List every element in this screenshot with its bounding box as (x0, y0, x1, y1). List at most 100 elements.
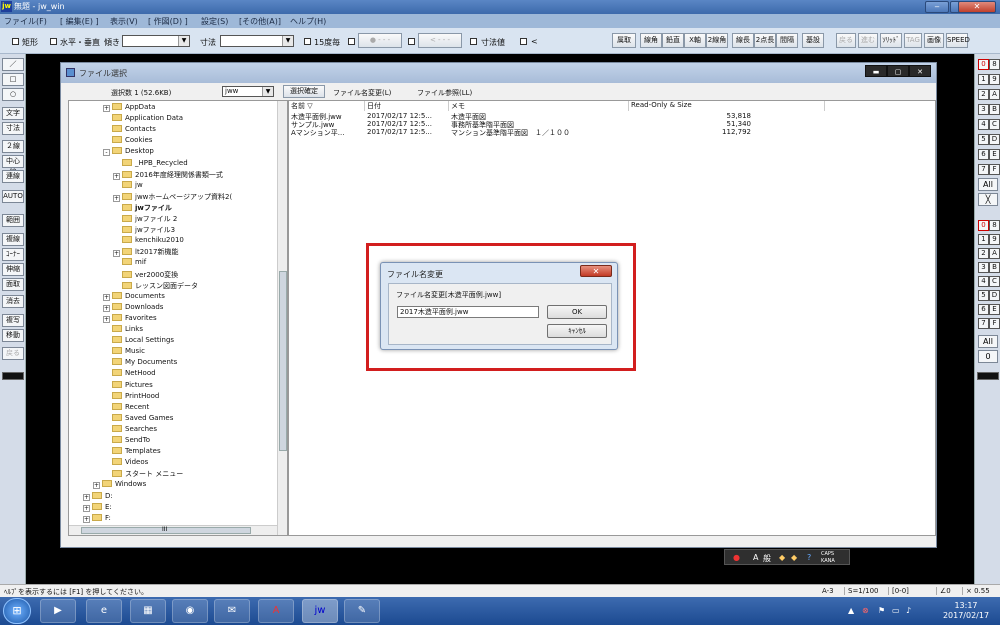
forward-button[interactable]: 進む (858, 33, 878, 48)
menu-edit[interactable]: [ 編集(E) ] (60, 16, 99, 27)
group-b[interactable]: B (989, 262, 1000, 273)
file-date[interactable]: 2017/02/17 12:5... (367, 112, 432, 120)
tree-vertical-scrollbar[interactable] (277, 101, 287, 535)
tree-folder-item[interactable]: Music (103, 347, 145, 358)
fs-close-button[interactable]: ✕ (909, 65, 931, 77)
tree-folder-item[interactable]: Templates (103, 447, 161, 458)
group-0[interactable]: 0 (978, 220, 989, 231)
layer-7[interactable]: 7 (978, 164, 989, 175)
tree-horizontal-scrollbar[interactable]: III (69, 525, 277, 535)
fs-minimize-button[interactable]: ▬ (865, 65, 887, 77)
vertical-button[interactable]: 鉛直 (662, 33, 684, 48)
erase-tool[interactable]: 消去 (2, 295, 24, 308)
minimize-button[interactable]: ‒ (925, 1, 949, 13)
group-e[interactable]: E (989, 304, 1000, 315)
layer-f[interactable]: F (989, 164, 1000, 175)
tree-folder-item[interactable]: + Documents (103, 291, 165, 303)
tree-folder-item[interactable]: My Documents (103, 358, 177, 369)
menu-file[interactable]: ファイル(F) (4, 16, 47, 27)
tree-folder-item[interactable]: _HPB_Recycled (113, 158, 188, 170)
double-line-tool[interactable]: ２線 (2, 140, 24, 153)
tree-folder-item[interactable]: PrintHood (103, 391, 159, 403)
group-1[interactable]: 1 (978, 234, 989, 245)
tree-folder-item[interactable]: Application Data (103, 114, 183, 125)
chrome-icon[interactable]: ◉ (172, 599, 208, 623)
dim-tool[interactable]: 寸法 (2, 122, 24, 135)
status-layer[interactable]: [0-0] (888, 587, 909, 595)
expand-toggle-icon[interactable]: + (113, 194, 120, 202)
layer-9[interactable]: 9 (989, 74, 1000, 85)
layer-5[interactable]: 5 (978, 134, 989, 145)
layer-1[interactable]: 1 (978, 74, 989, 85)
ime-tool-icon[interactable]: ◆ (779, 553, 785, 562)
new-filename-input[interactable]: 2017木造平面例.jww (397, 306, 539, 318)
tree-folder-item[interactable]: + D: (83, 491, 113, 503)
undo-tool[interactable]: 戻る (2, 347, 24, 360)
tree-folder-item[interactable]: NetHood (103, 369, 156, 380)
tree-folder-item[interactable]: Videos (103, 458, 148, 469)
expand-toggle-icon[interactable]: + (103, 304, 110, 312)
folder-tree[interactable]: III + AppData Application Data Contacts Cook… (68, 100, 288, 536)
interval-button[interactable]: 間隔 (776, 33, 798, 48)
layer-e[interactable]: E (989, 149, 1000, 160)
group-d[interactable]: D (989, 290, 1000, 301)
tray-network-icon[interactable]: ▭ (892, 606, 900, 615)
tree-folder-item[interactable]: Local Settings (103, 336, 174, 347)
scroll-thumb[interactable]: III (81, 526, 251, 534)
layer-cross-button[interactable]: ╳ (978, 193, 998, 206)
tree-folder-item[interactable]: + Favorites (103, 313, 157, 325)
tree-folder-item[interactable]: + Windows (93, 480, 146, 491)
tree-folder-item[interactable]: Links (103, 325, 143, 336)
tree-folder-item[interactable]: Searches (103, 424, 157, 436)
layer-d[interactable]: D (989, 134, 1000, 145)
ime-input-mode[interactable]: A (753, 553, 758, 562)
group-8[interactable]: 8 (989, 220, 1000, 231)
cancel-button[interactable]: ｷｬﾝｾﾙ (547, 324, 607, 338)
clock[interactable]: 13:17 2017/02/17 (940, 601, 992, 621)
status-scale[interactable]: S=1/100 (844, 587, 878, 595)
expand-toggle-icon[interactable]: + (113, 172, 120, 180)
layer-8[interactable]: 8 (989, 59, 1000, 70)
tilt-combo[interactable]: ▼ (122, 35, 190, 47)
status-paper[interactable]: A-3 (822, 587, 834, 595)
move-tool[interactable]: 移動 (2, 329, 24, 342)
rect-checkbox[interactable] (12, 38, 19, 45)
tree-folder-item[interactable]: jwファイル3 (113, 225, 175, 236)
expand-toggle-icon[interactable]: + (103, 105, 110, 112)
layer-b[interactable]: B (989, 104, 1000, 115)
expand-toggle-icon[interactable]: + (83, 515, 90, 523)
ime-conversion-mode[interactable]: 般 (763, 553, 771, 564)
range-tool[interactable]: 範囲 (2, 214, 24, 227)
tag-button[interactable]: TAG (904, 33, 922, 48)
ime-help-icon[interactable]: ? (807, 553, 811, 562)
col-name[interactable]: 名前 ▽ (289, 101, 365, 111)
menu-help[interactable]: ヘルプ(H) (290, 16, 326, 27)
layer-4[interactable]: 4 (978, 119, 989, 130)
tree-folder-item[interactable]: + AppData (103, 103, 155, 114)
tree-folder-item[interactable]: スタート メニュー (103, 469, 183, 480)
arrow-checkbox[interactable] (408, 38, 415, 45)
xaxis-button[interactable]: X軸 (684, 33, 706, 48)
tree-folder-item[interactable]: Saved Games (103, 413, 173, 425)
col-date[interactable]: 日付 (365, 101, 449, 111)
layer-c[interactable]: C (989, 119, 1000, 130)
layer-a[interactable]: A (989, 89, 1000, 100)
group-4[interactable]: 4 (978, 276, 989, 287)
expand-toggle-icon[interactable]: + (103, 293, 110, 301)
file-memo[interactable]: マンション基準階平面図 １／１００ (451, 128, 570, 138)
tree-folder-item[interactable]: + F: (83, 513, 111, 525)
group-5[interactable]: 5 (978, 290, 989, 301)
image-button[interactable]: 画像 (924, 33, 944, 48)
dim-combo[interactable]: ▼ (220, 35, 294, 47)
expand-toggle-icon[interactable]: + (93, 482, 100, 490)
dimval-checkbox[interactable] (470, 38, 477, 45)
media-player-icon[interactable]: ▶ (40, 599, 76, 623)
2line-angle-button[interactable]: 2線角 (706, 33, 728, 48)
tree-folder-item[interactable]: Pictures (103, 380, 153, 392)
2pt-length-button[interactable]: 2点長 (754, 33, 776, 48)
line-angle-button[interactable]: 線角 (640, 33, 662, 48)
continuous-line-tool[interactable]: 連線 (2, 170, 24, 183)
horiz-checkbox[interactable] (50, 38, 57, 45)
fs-maximize-button[interactable]: ▢ (887, 65, 909, 77)
menu-draw[interactable]: [ 作図(D) ] (148, 16, 188, 27)
